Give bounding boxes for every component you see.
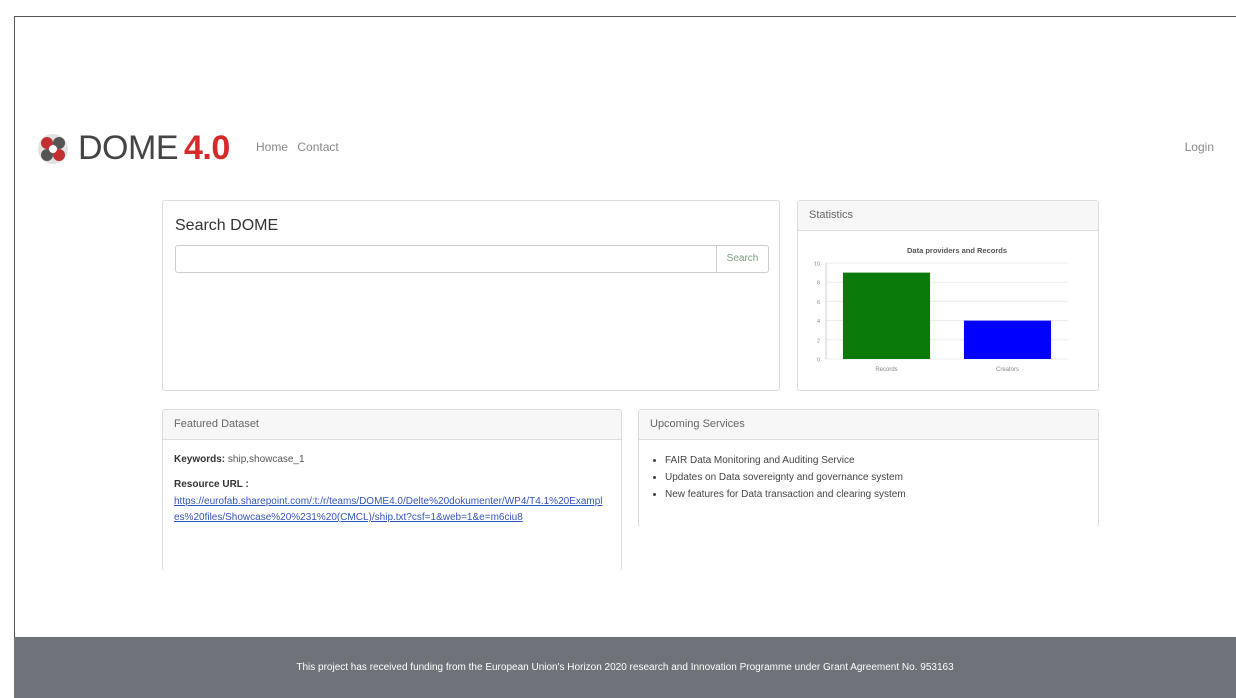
nav-links: Home Contact — [256, 140, 345, 154]
x-tick-label: Records — [875, 367, 897, 373]
navbar: DOME 4.0 Home Contact Login — [14, 128, 1236, 168]
search-card: Search DOME Search — [162, 200, 780, 391]
keywords-label: Keywords: — [174, 454, 226, 465]
y-tick-label: 0 — [817, 358, 820, 364]
service-item: New features for Data transaction and cl… — [665, 486, 1086, 503]
keywords-value: ship,showcase_1 — [227, 454, 305, 465]
search-input[interactable] — [176, 246, 716, 272]
keywords-line: Keywords: ship,showcase_1 — [174, 454, 610, 465]
login-link[interactable]: Login — [1185, 140, 1214, 154]
chart-title: Data providers and Records — [907, 246, 1007, 255]
nav-contact-link[interactable]: Contact — [297, 140, 338, 154]
footer: This project has received funding from t… — [14, 637, 1236, 698]
bar — [963, 320, 1052, 359]
brand-name[interactable]: DOME 4.0 — [78, 128, 230, 168]
search-box: Search — [175, 245, 769, 273]
search-button[interactable]: Search — [716, 246, 768, 272]
y-tick-label: 4 — [817, 319, 820, 325]
y-tick-label: 2 — [817, 338, 820, 344]
service-item: FAIR Data Monitoring and Auditing Servic… — [665, 452, 1086, 469]
service-item: Updates on Data sovereignty and governan… — [665, 469, 1086, 486]
y-tick-label: 8 — [817, 281, 820, 287]
brand-version: 4.0 — [184, 129, 230, 167]
resource-url-link[interactable]: https://eurofab.sharepoint.com/:t:/r/tea… — [174, 494, 606, 526]
statistics-chart: Data providers and Records 10 8 6 4 2 0 Records… — [814, 246, 1068, 373]
statistics-card: Statistics Data providers and Records 10 8… — [797, 200, 1099, 391]
nav-home-link[interactable]: Home — [256, 140, 288, 154]
featured-dataset-card: Featured Dataset Keywords: ship,showcase… — [162, 409, 622, 571]
featured-header: Featured Dataset — [163, 410, 621, 440]
services-header: Upcoming Services — [639, 410, 1098, 440]
brain-logo-icon[interactable] — [36, 132, 70, 166]
services-list: FAIR Data Monitoring and Auditing Servic… — [639, 440, 1098, 503]
y-tick-label: 6 — [817, 300, 820, 306]
statistics-header: Statistics — [798, 201, 1098, 231]
x-tick-label: Creators — [996, 367, 1019, 373]
resource-url-line: Resource URL : https://eurofab.sharepoin… — [174, 479, 610, 526]
y-tick-label: 10 — [814, 262, 820, 268]
resource-url-label: Resource URL : — [174, 479, 249, 490]
upcoming-services-card: Upcoming Services FAIR Data Monitoring a… — [638, 409, 1099, 527]
search-title: Search DOME — [175, 217, 279, 234]
footer-text: This project has received funding from t… — [296, 662, 954, 673]
bar — [842, 272, 931, 359]
